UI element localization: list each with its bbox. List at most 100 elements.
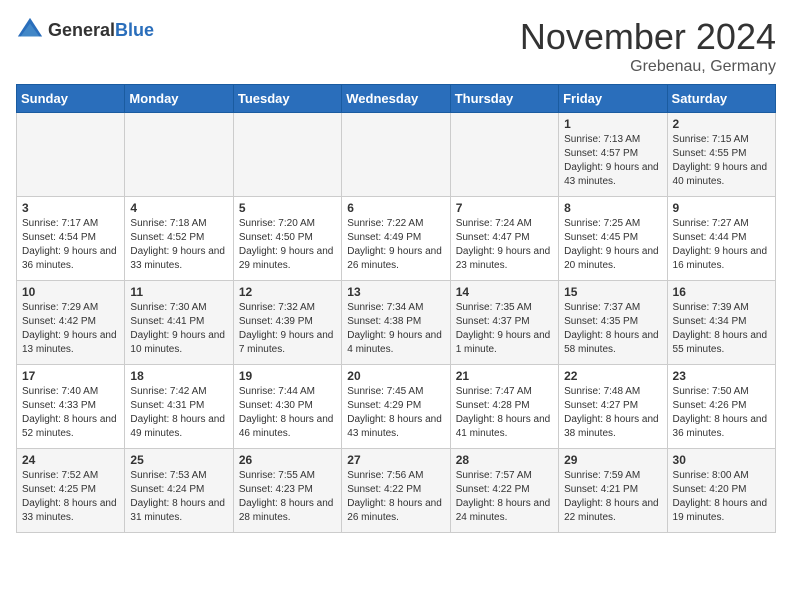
day-info: Sunrise: 7:42 AM Sunset: 4:31 PM Dayligh… [130, 385, 227, 441]
day-number: 13 [347, 285, 444, 299]
day-info: Sunrise: 7:55 AM Sunset: 4:23 PM Dayligh… [239, 469, 336, 525]
day-number: 1 [564, 117, 661, 131]
calendar-cell: 24 Sunrise: 7:52 AM Sunset: 4:25 PM Dayli… [17, 449, 125, 533]
day-number: 19 [239, 369, 336, 383]
day-number: 8 [564, 201, 661, 215]
title-section: November 2024 Grebenau, Germany [520, 16, 776, 76]
day-number: 25 [130, 453, 227, 467]
day-info: Sunrise: 7:39 AM Sunset: 4:34 PM Dayligh… [673, 301, 770, 357]
day-number: 11 [130, 285, 227, 299]
calendar-cell: 12 Sunrise: 7:32 AM Sunset: 4:39 PM Dayli… [233, 281, 341, 365]
calendar-cell: 2 Sunrise: 7:15 AM Sunset: 4:55 PM Daylig… [667, 113, 775, 197]
day-number: 2 [673, 117, 770, 131]
day-number: 9 [673, 201, 770, 215]
day-number: 26 [239, 453, 336, 467]
day-number: 3 [22, 201, 119, 215]
calendar-cell: 21 Sunrise: 7:47 AM Sunset: 4:28 PM Dayli… [450, 365, 558, 449]
weekday-header-sunday: Sunday [17, 85, 125, 113]
day-info: Sunrise: 7:27 AM Sunset: 4:44 PM Dayligh… [673, 217, 770, 273]
day-number: 23 [673, 369, 770, 383]
day-info: Sunrise: 7:57 AM Sunset: 4:22 PM Dayligh… [456, 469, 553, 525]
calendar-cell: 18 Sunrise: 7:42 AM Sunset: 4:31 PM Dayli… [125, 365, 233, 449]
calendar-cell: 29 Sunrise: 7:59 AM Sunset: 4:21 PM Dayli… [559, 449, 667, 533]
day-number: 22 [564, 369, 661, 383]
page-header: GeneralBlue November 2024 Grebenau, Germ… [16, 16, 776, 76]
calendar-cell: 8 Sunrise: 7:25 AM Sunset: 4:45 PM Daylig… [559, 197, 667, 281]
calendar-cell [17, 113, 125, 197]
day-info: Sunrise: 7:30 AM Sunset: 4:41 PM Dayligh… [130, 301, 227, 357]
day-number: 14 [456, 285, 553, 299]
day-info: Sunrise: 7:20 AM Sunset: 4:50 PM Dayligh… [239, 217, 336, 273]
day-info: Sunrise: 7:15 AM Sunset: 4:55 PM Dayligh… [673, 133, 770, 189]
calendar-table: SundayMondayTuesdayWednesdayThursdayFrid… [16, 84, 776, 533]
day-info: Sunrise: 7:59 AM Sunset: 4:21 PM Dayligh… [564, 469, 661, 525]
day-info: Sunrise: 7:17 AM Sunset: 4:54 PM Dayligh… [22, 217, 119, 273]
calendar-cell: 7 Sunrise: 7:24 AM Sunset: 4:47 PM Daylig… [450, 197, 558, 281]
day-info: Sunrise: 7:44 AM Sunset: 4:30 PM Dayligh… [239, 385, 336, 441]
calendar-cell: 6Sunrise: 7:22 AM Sunset: 4:49 PM Daylig… [342, 197, 450, 281]
calendar-cell: 25 Sunrise: 7:53 AM Sunset: 4:24 PM Dayli… [125, 449, 233, 533]
calendar-week-1: 1 Sunrise: 7:13 AM Sunset: 4:57 PM Daylig… [17, 113, 776, 197]
weekday-header-wednesday: Wednesday [342, 85, 450, 113]
calendar-week-2: 3 Sunrise: 7:17 AM Sunset: 4:54 PM Daylig… [17, 197, 776, 281]
day-number: 12 [239, 285, 336, 299]
day-info: Sunrise: 8:00 AM Sunset: 4:20 PM Dayligh… [673, 469, 770, 525]
calendar-cell: 11 Sunrise: 7:30 AM Sunset: 4:41 PM Dayli… [125, 281, 233, 365]
month-title: November 2024 [520, 16, 776, 58]
day-number: 6 [347, 201, 444, 215]
calendar-cell: 26 Sunrise: 7:55 AM Sunset: 4:23 PM Dayli… [233, 449, 341, 533]
weekday-header-saturday: Saturday [667, 85, 775, 113]
day-info: Sunrise: 7:18 AM Sunset: 4:52 PM Dayligh… [130, 217, 227, 273]
calendar-cell [125, 113, 233, 197]
logo-text: GeneralBlue [48, 20, 154, 41]
calendar-cell [342, 113, 450, 197]
calendar-cell: 23 Sunrise: 7:50 AM Sunset: 4:26 PM Dayli… [667, 365, 775, 449]
calendar-cell: 4Sunrise: 7:18 AM Sunset: 4:52 PM Daylig… [125, 197, 233, 281]
calendar-cell: 22 Sunrise: 7:48 AM Sunset: 4:27 PM Dayli… [559, 365, 667, 449]
day-info: Sunrise: 7:53 AM Sunset: 4:24 PM Dayligh… [130, 469, 227, 525]
calendar-cell: 1 Sunrise: 7:13 AM Sunset: 4:57 PM Daylig… [559, 113, 667, 197]
day-info: Sunrise: 7:48 AM Sunset: 4:27 PM Dayligh… [564, 385, 661, 441]
calendar-cell: 16Sunrise: 7:39 AM Sunset: 4:34 PM Dayli… [667, 281, 775, 365]
calendar-week-3: 10Sunrise: 7:29 AM Sunset: 4:42 PM Dayli… [17, 281, 776, 365]
calendar-cell: 15Sunrise: 7:37 AM Sunset: 4:35 PM Dayli… [559, 281, 667, 365]
logo-blue: Blue [115, 20, 154, 40]
calendar-cell: 14 Sunrise: 7:35 AM Sunset: 4:37 PM Dayli… [450, 281, 558, 365]
day-info: Sunrise: 7:32 AM Sunset: 4:39 PM Dayligh… [239, 301, 336, 357]
weekday-header-row: SundayMondayTuesdayWednesdayThursdayFrid… [17, 85, 776, 113]
day-info: Sunrise: 7:50 AM Sunset: 4:26 PM Dayligh… [673, 385, 770, 441]
day-info: Sunrise: 7:56 AM Sunset: 4:22 PM Dayligh… [347, 469, 444, 525]
weekday-header-monday: Monday [125, 85, 233, 113]
calendar-week-5: 24 Sunrise: 7:52 AM Sunset: 4:25 PM Dayli… [17, 449, 776, 533]
weekday-header-thursday: Thursday [450, 85, 558, 113]
calendar-cell: 10Sunrise: 7:29 AM Sunset: 4:42 PM Dayli… [17, 281, 125, 365]
day-info: Sunrise: 7:24 AM Sunset: 4:47 PM Dayligh… [456, 217, 553, 273]
day-info: Sunrise: 7:13 AM Sunset: 4:57 PM Dayligh… [564, 133, 661, 189]
day-info: Sunrise: 7:35 AM Sunset: 4:37 PM Dayligh… [456, 301, 553, 357]
day-number: 20 [347, 369, 444, 383]
calendar-cell: 28 Sunrise: 7:57 AM Sunset: 4:22 PM Dayli… [450, 449, 558, 533]
logo-icon [16, 16, 44, 44]
day-number: 7 [456, 201, 553, 215]
day-number: 18 [130, 369, 227, 383]
day-number: 10 [22, 285, 119, 299]
day-number: 29 [564, 453, 661, 467]
day-number: 21 [456, 369, 553, 383]
calendar-week-4: 17 Sunrise: 7:40 AM Sunset: 4:33 PM Dayli… [17, 365, 776, 449]
location-title: Grebenau, Germany [520, 58, 776, 76]
calendar-cell [233, 113, 341, 197]
day-info: Sunrise: 7:37 AM Sunset: 4:35 PM Dayligh… [564, 301, 661, 357]
day-number: 27 [347, 453, 444, 467]
day-info: Sunrise: 7:47 AM Sunset: 4:28 PM Dayligh… [456, 385, 553, 441]
day-info: Sunrise: 7:40 AM Sunset: 4:33 PM Dayligh… [22, 385, 119, 441]
calendar-cell: 20 Sunrise: 7:45 AM Sunset: 4:29 PM Dayli… [342, 365, 450, 449]
day-info: Sunrise: 7:45 AM Sunset: 4:29 PM Dayligh… [347, 385, 444, 441]
day-info: Sunrise: 7:25 AM Sunset: 4:45 PM Dayligh… [564, 217, 661, 273]
day-number: 24 [22, 453, 119, 467]
day-number: 17 [22, 369, 119, 383]
weekday-header-tuesday: Tuesday [233, 85, 341, 113]
day-number: 28 [456, 453, 553, 467]
weekday-header-friday: Friday [559, 85, 667, 113]
calendar-cell: 9 Sunrise: 7:27 AM Sunset: 4:44 PM Daylig… [667, 197, 775, 281]
day-info: Sunrise: 7:52 AM Sunset: 4:25 PM Dayligh… [22, 469, 119, 525]
